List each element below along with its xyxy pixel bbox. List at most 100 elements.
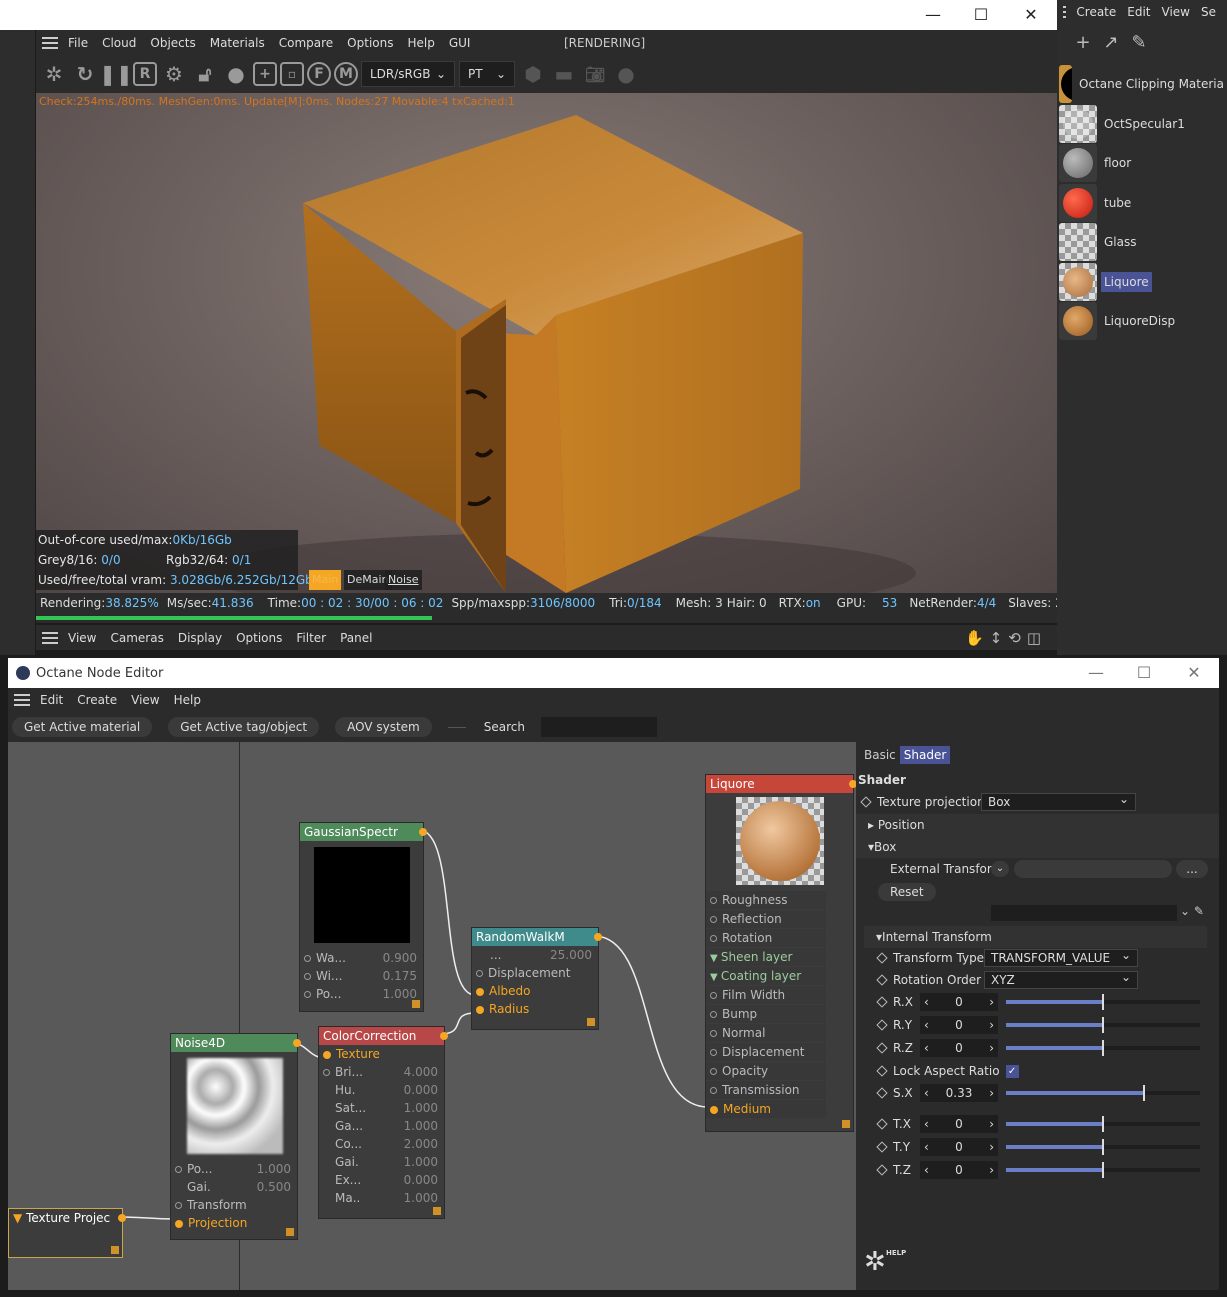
- add-material-icon[interactable]: +: [1069, 32, 1097, 53]
- keyframe-icon[interactable]: [876, 1065, 888, 1077]
- input-pin[interactable]: [710, 1030, 717, 1037]
- material-picker-icon[interactable]: M: [334, 62, 358, 86]
- slider-handle[interactable]: [1102, 1017, 1104, 1033]
- chevron-right-icon[interactable]: ›: [989, 1016, 994, 1034]
- param-row[interactable]: Co... 2.000: [319, 1135, 444, 1153]
- input-pin[interactable]: [323, 1069, 330, 1076]
- resize-handle[interactable]: [286, 1228, 294, 1236]
- ne-maximize-button[interactable]: ☐: [1129, 663, 1159, 682]
- menu-help[interactable]: Help: [407, 36, 434, 50]
- output-pin[interactable]: [849, 780, 856, 788]
- mode-tab-noise[interactable]: Noise: [385, 570, 422, 590]
- aov-system-button[interactable]: AOV system: [335, 717, 432, 737]
- keyframe-icon[interactable]: [876, 1118, 888, 1130]
- slider-value-sx[interactable]: ‹ 0.33 ›: [920, 1084, 998, 1102]
- chevron-right-icon[interactable]: ›: [989, 1115, 994, 1133]
- menu-objects[interactable]: Objects: [150, 36, 195, 50]
- menu-view[interactable]: View: [68, 631, 96, 645]
- pause-icon[interactable]: ❚❚: [99, 60, 133, 88]
- slider-handle[interactable]: [1102, 1162, 1104, 1178]
- mat-menu-se[interactable]: Se: [1201, 5, 1216, 19]
- slider-handle[interactable]: [1102, 1139, 1104, 1155]
- chevron-right-icon[interactable]: ›: [989, 1039, 994, 1057]
- menu-hamburger-icon[interactable]: [42, 36, 58, 49]
- keyframe-icon[interactable]: [876, 974, 888, 986]
- resize-handle[interactable]: [111, 1246, 119, 1254]
- search-input[interactable]: [540, 717, 657, 737]
- menu-hamburger-icon[interactable]: [14, 694, 30, 706]
- node-liquore-material[interactable]: Liquore Roughness Reflection Rotation ▼ She…: [705, 774, 856, 1132]
- hexagon-icon[interactable]: ⬢: [519, 60, 547, 88]
- gear-icon[interactable]: ⚙: [160, 60, 188, 88]
- menu-materials[interactable]: Materials: [210, 36, 265, 50]
- circle-icon[interactable]: ●: [612, 60, 640, 88]
- reset-button[interactable]: Reset: [878, 883, 936, 901]
- param-row[interactable]: Transform: [171, 1196, 297, 1214]
- input-pin[interactable]: [710, 897, 717, 904]
- mat-menu-edit[interactable]: Edit: [1127, 5, 1150, 19]
- maximize-button[interactable]: ☐: [966, 5, 996, 24]
- param-row[interactable]: Hu. 0.000: [319, 1081, 444, 1099]
- material-pin-row[interactable]: Roughness: [706, 891, 826, 909]
- param-row[interactable]: Wi... 0.175: [300, 967, 423, 985]
- material-pin-row[interactable]: ▼ Sheen layer: [706, 948, 826, 966]
- param-row[interactable]: Bri... 4.000: [319, 1063, 444, 1081]
- tab-basic[interactable]: Basic: [860, 746, 900, 764]
- input-pin[interactable]: [710, 916, 717, 923]
- box-group[interactable]: ▾Box: [856, 836, 1219, 858]
- mode-tab-main[interactable]: Main: [309, 570, 342, 590]
- node-gaussian-spectrum[interactable]: GaussianSpectr Wa... 0.900 Wi... 0.175 Po.…: [299, 822, 427, 1012]
- link-field[interactable]: [991, 905, 1177, 921]
- ne-minimize-button[interactable]: —: [1081, 663, 1111, 682]
- input-pin-connected[interactable]: [175, 1219, 183, 1228]
- arrow-icon[interactable]: ↗: [1097, 32, 1125, 53]
- slider-track-tx[interactable]: [1006, 1116, 1200, 1132]
- ne-menu-edit[interactable]: Edit: [40, 693, 63, 707]
- param-row[interactable]: Po... 1.000: [171, 1160, 297, 1178]
- menu-cameras[interactable]: Cameras: [110, 631, 163, 645]
- input-pin[interactable]: [304, 973, 311, 980]
- input-pin[interactable]: [710, 1068, 717, 1075]
- focus-icon[interactable]: F: [307, 62, 331, 86]
- node-random-walk[interactable]: RandomWalkM ... 25.000 Displacement Albed…: [471, 927, 602, 1030]
- input-pin[interactable]: [710, 992, 717, 999]
- param-row[interactable]: Displacement: [472, 964, 598, 982]
- slider-value-rx[interactable]: ‹ 0 ›: [920, 993, 998, 1011]
- sphere-icon[interactable]: ●: [222, 60, 250, 88]
- material-item[interactable]: floor: [1057, 143, 1227, 182]
- chevron-right-icon[interactable]: ›: [989, 1161, 994, 1179]
- triangle-down-icon[interactable]: ▼: [710, 953, 721, 964]
- output-pin[interactable]: [118, 1214, 126, 1222]
- input-pin[interactable]: [304, 991, 311, 998]
- slider-track-rx[interactable]: [1006, 994, 1200, 1010]
- param-row[interactable]: Ex... 0.000: [319, 1171, 444, 1189]
- input-pin-connected[interactable]: [476, 1005, 484, 1014]
- material-item[interactable]: LiquoreDisp: [1057, 301, 1227, 340]
- lock-aspect-checkbox[interactable]: ✓: [1005, 1065, 1019, 1078]
- node-canvas[interactable]: GaussianSpectr Wa... 0.900 Wi... 0.175 Po.…: [8, 742, 856, 1290]
- node-header[interactable]: Noise4D: [171, 1034, 301, 1052]
- get-active-material-button[interactable]: Get Active material: [12, 717, 153, 737]
- param-row[interactable]: Gai. 0.500: [171, 1178, 297, 1196]
- keyframe-icon[interactable]: [876, 1042, 888, 1054]
- param-row[interactable]: Wa... 0.900: [300, 949, 423, 967]
- material-pin-row[interactable]: Opacity: [706, 1062, 826, 1080]
- slider-handle[interactable]: [1102, 1116, 1104, 1132]
- ne-menu-help[interactable]: Help: [174, 693, 201, 707]
- octane-help-logo-icon[interactable]: ✲: [864, 1247, 886, 1277]
- restart-icon[interactable]: R: [133, 62, 157, 86]
- keyframe-icon[interactable]: [876, 1141, 888, 1153]
- chevron-left-icon[interactable]: ‹: [924, 1115, 929, 1133]
- material-pin-row[interactable]: Film Width: [706, 986, 826, 1004]
- slider-value-ty[interactable]: ‹ 0 ›: [920, 1138, 998, 1156]
- rect-icon[interactable]: ▬: [550, 60, 578, 88]
- menu-cloud[interactable]: Cloud: [102, 36, 136, 50]
- eyedropper-icon[interactable]: ⌄ ✎: [1180, 904, 1204, 918]
- mat-menu-view[interactable]: View: [1162, 5, 1190, 19]
- chevron-left-icon[interactable]: ‹: [924, 993, 929, 1011]
- octane-logo-icon[interactable]: ✲: [40, 60, 68, 88]
- material-item[interactable]: Octane Clipping Materia: [1057, 64, 1227, 103]
- node-color-correction[interactable]: ColorCorrection Texture Bri... 4.000 Hu. 0…: [318, 1026, 448, 1219]
- keyframe-icon[interactable]: [876, 1087, 888, 1099]
- node-header[interactable]: RandomWalkM: [472, 928, 602, 946]
